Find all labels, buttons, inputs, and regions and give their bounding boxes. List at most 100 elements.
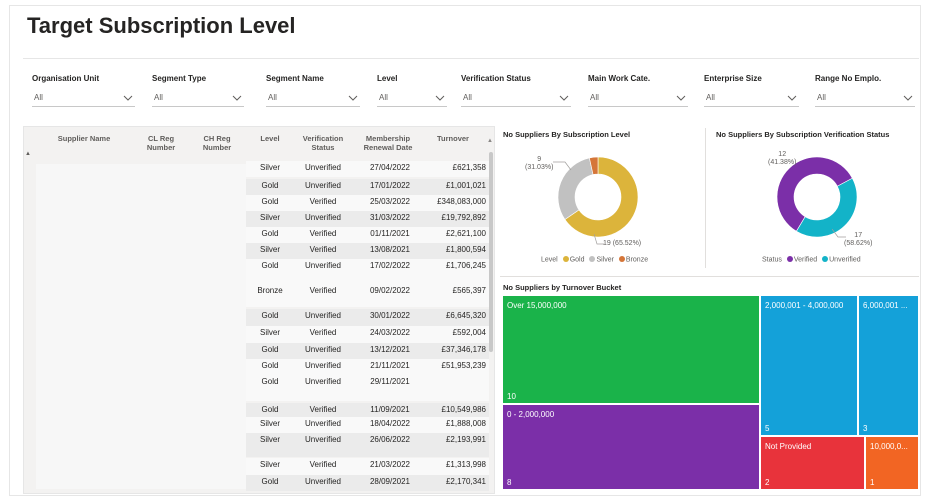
slicer-dropdown[interactable]: All [266,90,360,107]
legend-item-unverified[interactable]: Unverified [829,256,861,263]
cell-level: Gold [261,261,279,270]
legend-bronze-swatch [618,256,625,262]
column-header-verification-status[interactable]: Verification Status [294,134,352,152]
table-row[interactable]: Gold Verified 25/03/2022 £348,083,000 [246,195,489,211]
table-row[interactable]: Gold Unverified 17/02/2022 £1,706,245 [246,259,489,277]
table-row[interactable]: Gold Unverified 17/01/2022 £1,001,021 [246,179,489,195]
cell-level: Gold [261,405,279,414]
cell-renewal-date: 27/04/2022 [369,163,411,172]
leader-line-silver [553,161,572,171]
slicer-dropdown[interactable]: All [461,90,571,107]
table-row[interactable]: Silver Unverified 18/04/2022 £1,888,008 [246,417,489,433]
slicer-value: All [817,93,826,102]
table-row[interactable]: Silver Unverified 26/06/2022 £2,193,991 [246,433,489,457]
table-row[interactable]: Gold Unverified 30/01/2022 £6,645,320 [246,309,489,326]
legend-item-silver[interactable]: Silver [596,256,614,263]
cell-verification-status: Unverified [304,311,341,320]
table-row[interactable]: Gold Verified 01/11/2021 £2,621,100 [246,227,489,243]
cell-renewal-date: 25/03/2022 [369,197,411,206]
table-row[interactable]: Silver Verified 21/03/2022 £1,313,998 [246,458,489,475]
slicer-dropdown[interactable]: All [588,90,688,107]
cell-verification-status: Unverified [304,419,341,428]
cell-level: Gold [261,345,279,354]
table-row[interactable]: Bronze Verified 09/02/2022 £565,397 [246,277,489,307]
cell-level: Silver [259,460,280,469]
legend-title-status: Status [762,256,782,264]
cell-verification-status: Unverified [304,261,341,270]
slicer-dropdown[interactable]: All [32,90,135,107]
cell-verification-status: Unverified [304,361,341,370]
donut-label-gold: 19 (65.52%) [603,240,642,247]
column-header-level[interactable]: Level [250,134,290,143]
legend-verified-swatch [786,256,793,262]
treemap-tile[interactable]: 2,000,001 - 4,000,000 5 [760,295,858,436]
cell-level: Gold [261,197,279,206]
cell-turnover: £592,004 [452,328,486,337]
treemap-tile-count: 10 [507,392,516,401]
cell-turnover: £6,645,320 [445,311,486,320]
sort-ascending-icon[interactable]: ▲ [25,151,31,157]
cell-level: Bronze [257,286,283,295]
cell-renewal-date: 24/03/2022 [369,328,411,337]
legend-item-bronze[interactable]: Bronze [626,256,648,263]
column-header-cl-reg-number[interactable]: CL Reg Number [136,134,186,152]
label-unverified-count: 12 [778,151,787,158]
table-row[interactable]: Silver Unverified 27/04/2022 £621,358 [246,161,489,177]
treemap-tile[interactable]: Over 15,000,000 10 [502,295,760,404]
table-row[interactable]: Silver Unverified 31/03/2022 £19,792,892 [246,211,489,227]
treemap-tile[interactable]: 0 - 2,000,000 8 [502,404,760,490]
column-header-ch-reg-number[interactable]: CH Reg Number [192,134,242,152]
slicer-value: All [154,93,163,102]
cell-renewal-date: 13/08/2021 [369,245,411,254]
treemap-tile[interactable]: 6,000,001 ... 3 [858,295,919,436]
legend-item-verified[interactable]: Verified [794,256,817,263]
cell-turnover: £621,358 [452,163,486,172]
scroll-up-icon[interactable]: ▲ [487,138,493,144]
treemap-tile-count: 8 [507,478,512,487]
chevron-down-icon [123,95,133,101]
cell-level: Silver [259,213,280,222]
table-row[interactable]: Gold Unverified 28/09/2021 £2,170,341 [246,475,489,491]
slicer-dropdown[interactable]: All [815,90,915,107]
slicer-label: Segment Type [152,74,207,83]
table-row[interactable]: Silver Verified 13/08/2021 £1,800,594 [246,243,489,259]
chart-title-subscription-level: No Suppliers By Subscription Level [503,130,631,139]
column-header-membership-renewal-date[interactable]: Membership Renewal Date [354,134,422,152]
scrollbar-thumb[interactable] [489,152,493,352]
donut-chart-verification-status[interactable] [775,155,859,239]
cell-renewal-date: 29/11/2021 [370,377,410,386]
table-row[interactable]: Silver Verified 24/03/2022 £592,004 [246,326,489,343]
treemap-tile-label: 6,000,001 ... [863,301,908,310]
label-silver-count: 9 [537,156,542,163]
table-scrollbar[interactable]: ▲ ▼ [487,138,494,492]
cell-turnover: £348,083,000 [437,197,486,206]
column-header-turnover[interactable]: Turnover [428,134,478,143]
treemap-tile[interactable]: Not Provided 2 [760,436,865,490]
cell-renewal-date: 30/01/2022 [369,311,411,320]
chevron-down-icon [348,95,358,101]
cell-renewal-date: 09/02/2022 [369,286,411,295]
cell-verification-status: Unverified [304,181,341,190]
label-unverified-pct: (41.38%) [768,159,797,166]
table-row[interactable]: Gold Verified 11/09/2021 £10,549,986 [246,403,489,417]
table-row[interactable]: Gold Unverified 21/11/2021 £51,953,239 [246,359,489,375]
slicer-dropdown[interactable]: All [152,90,244,107]
slicer-value: All [268,93,277,102]
table-row[interactable]: Gold Unverified 13/12/2021 £37,346,178 [246,343,489,359]
slicer-dropdown[interactable]: All [377,90,447,107]
treemap-tile[interactable]: 10,000,0... 1 [865,436,919,490]
cell-level: Gold [261,181,279,190]
table-row[interactable]: Gold Unverified 29/11/2021 [246,375,489,401]
column-header-supplier-name[interactable]: Supplier Name [54,134,114,143]
cell-turnover: £1,001,021 [445,181,486,190]
chart-divider-vertical [705,128,706,268]
cell-renewal-date: 17/01/2022 [369,181,411,190]
legend-item-gold[interactable]: Gold [570,256,585,263]
slicer-label: Organisation Unit [32,74,100,83]
treemap-tile-count: 5 [765,424,770,433]
chart-title-verification-status: No Suppliers By Subscription Verificatio… [716,130,890,139]
slicer-dropdown[interactable]: All [704,90,799,107]
cell-verification-status: Unverified [304,435,341,444]
cell-turnover: £565,397 [452,286,486,295]
legend-verification-status: Status Verified Unverified [762,256,861,263]
